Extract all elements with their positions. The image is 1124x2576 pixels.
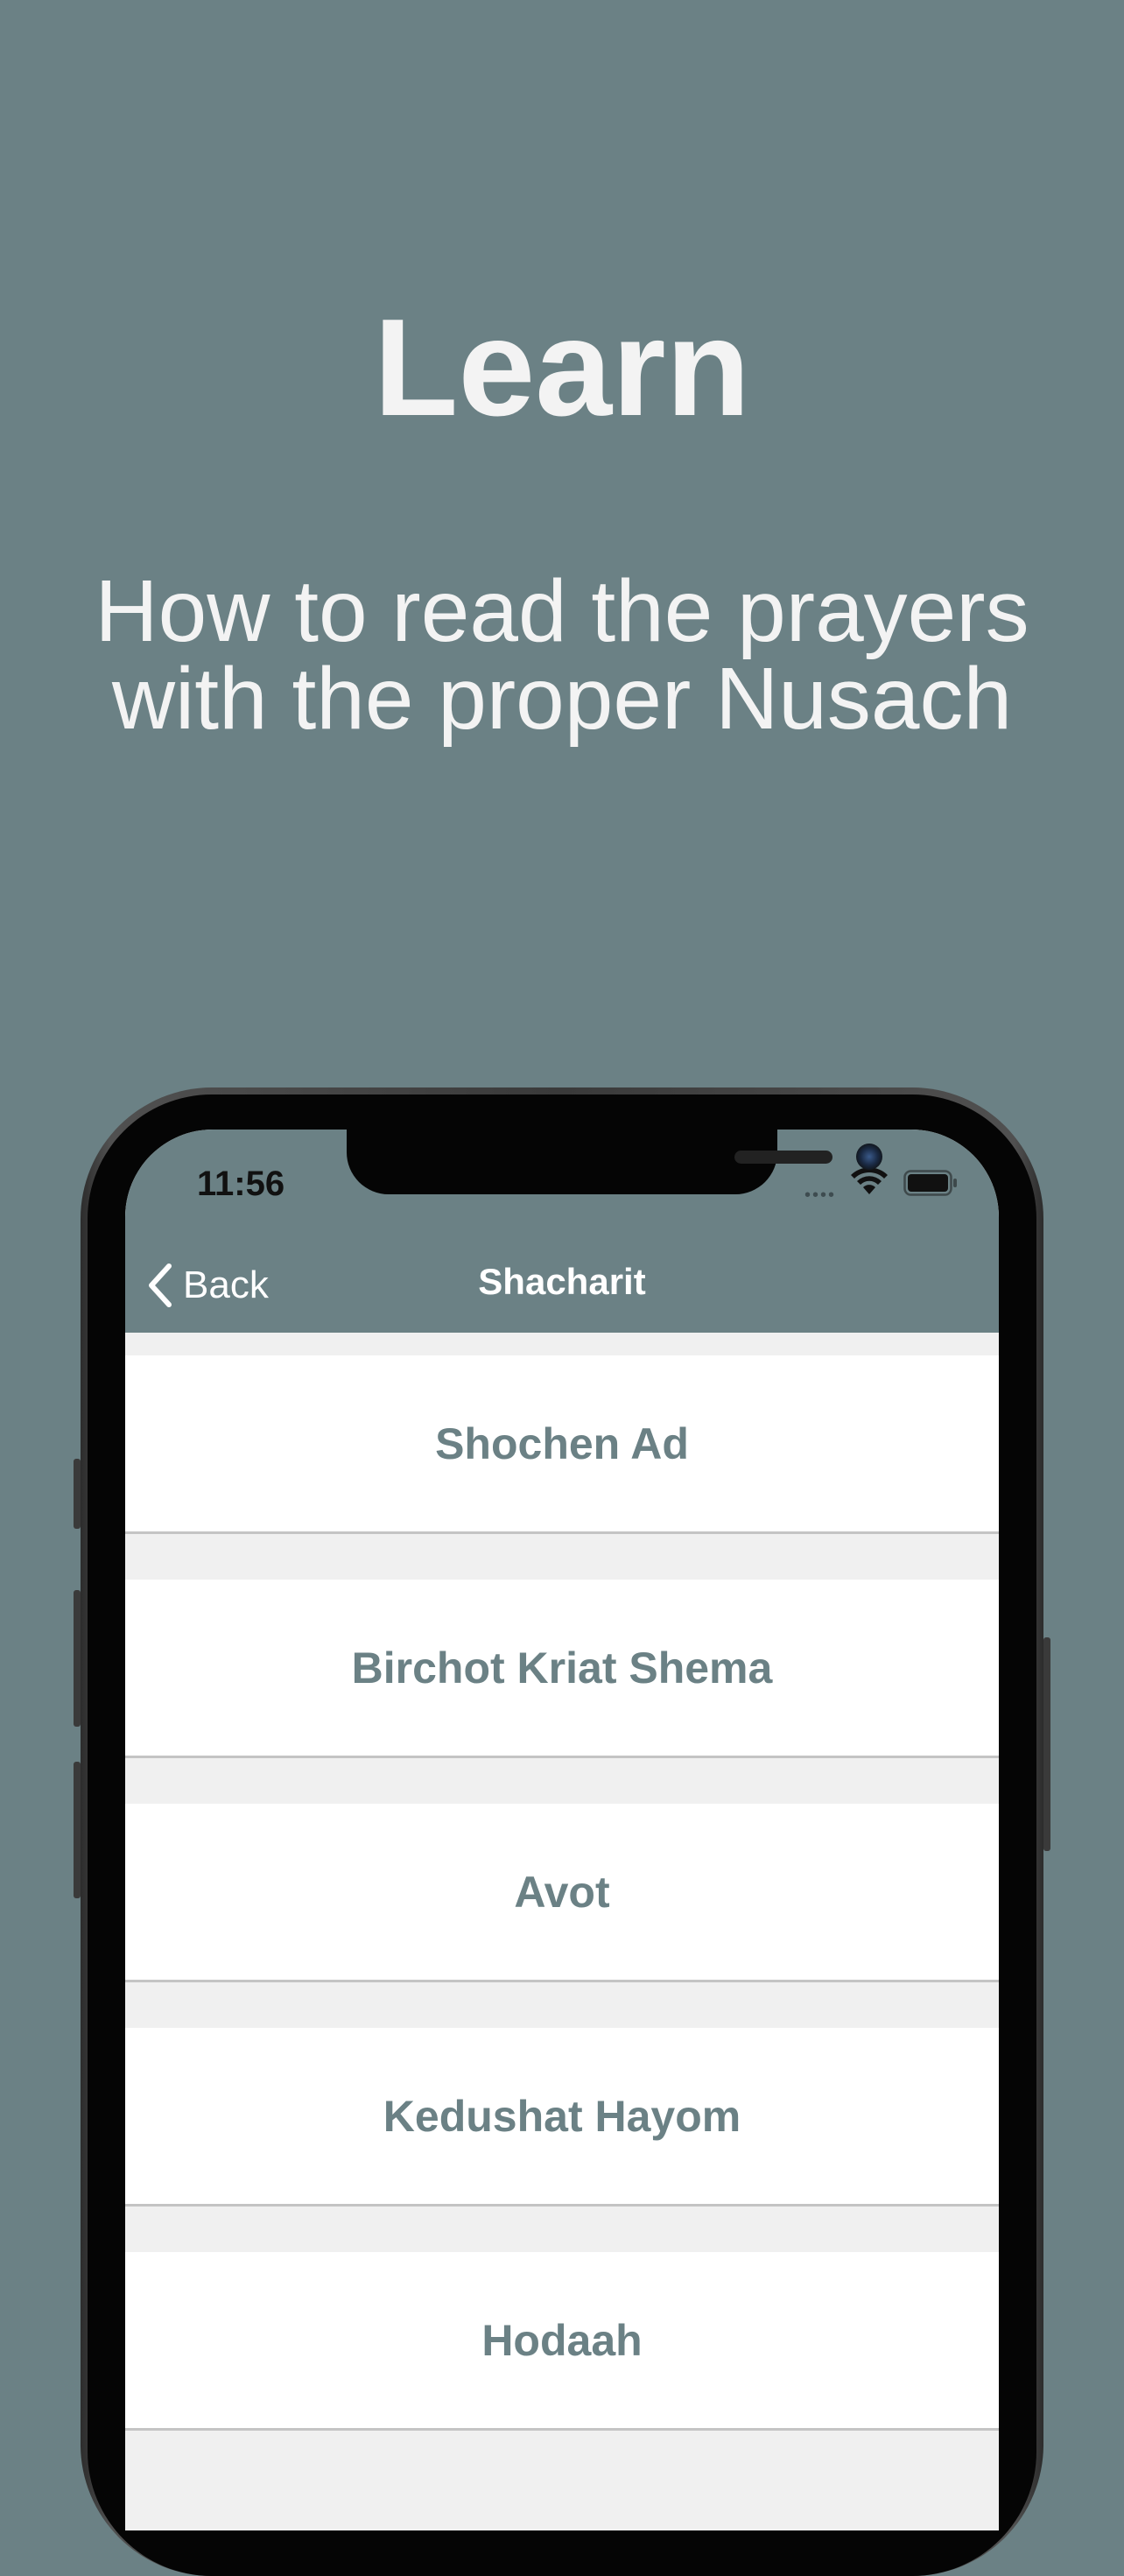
list-item-birchot-kriat-shema[interactable]: Birchot Kriat Shema [125,1580,999,1758]
list-item-label: Birchot Kriat Shema [351,1643,773,1693]
page-title: Shacharit [478,1261,646,1302]
list-item-hodaah[interactable]: Hodaah [125,2252,999,2431]
side-button-power [1043,1637,1050,1851]
side-button-silent [74,1459,81,1529]
promo-subtitle: How to read the prayers with the proper … [0,567,1124,743]
list-item-shochen-ad[interactable]: Shochen Ad [125,1355,999,1534]
navigation-bar: 11:56 •••• Back Shacharit [125,1130,999,1333]
signal-dots-icon: •••• [804,1186,837,1205]
list-item-avot[interactable]: Avot [125,1804,999,1982]
list-item-label: Kedushat Hayom [383,2091,741,2141]
side-button-volume-up [74,1590,81,1727]
promo-subtitle-line-1: How to read the prayers [95,562,1029,660]
promo-title: Learn [373,291,751,445]
side-button-volume-down [74,1762,81,1898]
list-item-kedushat-hayom[interactable]: Kedushat Hayom [125,2028,999,2206]
battery-icon [903,1170,957,1196]
front-camera [856,1144,882,1170]
list-item-label: Hodaah [481,2315,643,2365]
speaker-grille [734,1151,832,1164]
phone-notch [347,1130,882,1194]
status-time: 11:56 [197,1165,285,1203]
promo-subtitle-line-2: with the proper Nusach [111,650,1013,748]
list-item-label: Avot [514,1867,610,1917]
list-item-label: Shochen Ad [435,1418,689,1468]
phone-screen: 11:56 •••• Back Shacharit Shochen Ad Bir… [125,1130,999,2530]
